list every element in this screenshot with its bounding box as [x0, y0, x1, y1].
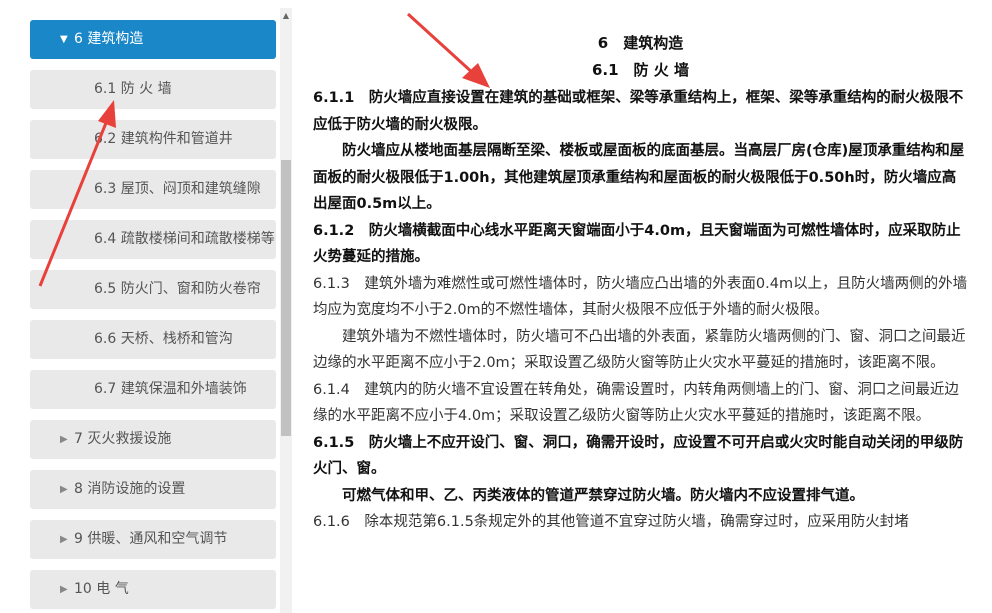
toc-item-6-7[interactable]: 6.7 建筑保温和外墙装饰 [30, 370, 276, 409]
toc-item-label: 10 电 气 [74, 581, 129, 597]
toc-item-chapter-7[interactable]: ▶ 7 灭火救援设施 [30, 420, 276, 459]
toc-item-label: 6.5 防火门、窗和防火卷帘 [94, 281, 261, 297]
section-title: 6.1 防 火 墙 [591, 60, 690, 79]
scroll-up-arrow-icon[interactable]: ▲ [280, 8, 292, 24]
clause-paragraph: 6.1.6 除本规范第6.1.5条规定外的其他管道不宜穿过防火墙，确需穿过时，应… [313, 514, 909, 530]
toc-item-chapter-6[interactable]: ▼ 6 建筑构造 [30, 20, 276, 59]
toc-item-6-6[interactable]: 6.6 天桥、栈桥和管沟 [30, 320, 276, 359]
chevron-right-icon: ▶ [60, 534, 68, 545]
sidebar-scrollbar[interactable]: ▲ [280, 8, 292, 613]
clause-paragraph: 6.1.2 防火墙横截面中心线水平距离天窗端面小于4.0m，且天窗端面为可燃性墙… [313, 222, 961, 266]
toc-item-chapter-9[interactable]: ▶ 9 供暖、通风和空气调节 [30, 520, 276, 559]
chevron-right-icon: ▶ [60, 584, 68, 595]
clause-paragraph: 可燃气体和甲、乙、丙类液体的管道严禁穿过防火墙。防火墙内不应设置排气道。 [342, 487, 864, 504]
toc-item-6-1[interactable]: 6.1 防 火 墙 [30, 70, 276, 109]
clause-paragraph: 6.1.1 防火墙应直接设置在建筑的基础或框架、梁等承重结构上，框架、梁等承重结… [313, 90, 964, 133]
toc-item-label: 6.2 建筑构件和管道井 [94, 131, 233, 147]
toc-item-label: 6.1 防 火 墙 [94, 81, 172, 97]
toc-item-label: 9 供暖、通风和空气调节 [74, 531, 228, 547]
scrollbar-thumb[interactable] [281, 160, 291, 436]
toc-item-label: 7 灭火救援设施 [74, 431, 172, 447]
clause-paragraph: 6.1.5 防火墙上不应开设门、窗、洞口，确需开设时，应设置不可开启或火灾时能自… [313, 434, 964, 478]
toc-item-label: 6.4 疏散楼梯间和疏散楼梯等 [94, 231, 275, 247]
clause-paragraph: 防火墙应从楼地面基层隔断至梁、楼板或屋面板的底面基层。当高层厂房(仓库)屋顶承重… [313, 143, 965, 212]
toc-item-chapter-8[interactable]: ▶ 8 消防设施的设置 [30, 470, 276, 509]
clause-paragraph: 建筑外墙为不燃性墙体时，防火墙可不凸出墙的外表面，紧靠防火墙两侧的门、窗、洞口之… [313, 328, 966, 372]
clause-paragraph: 6.1.4 建筑内的防火墙不宜设置在转角处，确需设置时，内转角两侧墙上的门、窗、… [313, 381, 959, 425]
chevron-right-icon: ▶ [60, 434, 68, 445]
toc-item-6-5[interactable]: 6.5 防火门、窗和防火卷帘 [30, 270, 276, 309]
toc-item-6-3[interactable]: 6.3 屋顶、闷顶和建筑缝隙 [30, 170, 276, 209]
document-content: 6 建筑构造 6.1 防 火 墙 6.1.1 防火墙应直接设置在建筑的基础或框架… [313, 30, 968, 536]
toc-item-label: 8 消防设施的设置 [74, 481, 186, 497]
clause-paragraph: 6.1.3 建筑外墙为难燃性或可燃性墙体时，防火墙应凸出墙的外表面0.4m以上，… [313, 275, 968, 319]
toc-item-6-2[interactable]: 6.2 建筑构件和管道井 [30, 120, 276, 159]
toc-item-chapter-10[interactable]: ▶ 10 电 气 [30, 570, 276, 609]
toc-item-label: 6 建筑构造 [74, 31, 144, 47]
toc-item-6-4[interactable]: 6.4 疏散楼梯间和疏散楼梯等 [30, 220, 276, 259]
chevron-down-icon: ▼ [60, 34, 68, 45]
toc-item-label: 6.6 天桥、栈桥和管沟 [94, 331, 233, 347]
toc-item-label: 6.3 屋顶、闷顶和建筑缝隙 [94, 181, 261, 197]
chevron-right-icon: ▶ [60, 484, 68, 495]
toc-item-label: 6.7 建筑保温和外墙装饰 [94, 381, 247, 397]
toc-sidebar: ▼ 6 建筑构造 6.1 防 火 墙 6.2 建筑构件和管道井 6.3 屋顶、闷… [0, 0, 296, 613]
chapter-title: 6 建筑构造 [597, 34, 684, 52]
